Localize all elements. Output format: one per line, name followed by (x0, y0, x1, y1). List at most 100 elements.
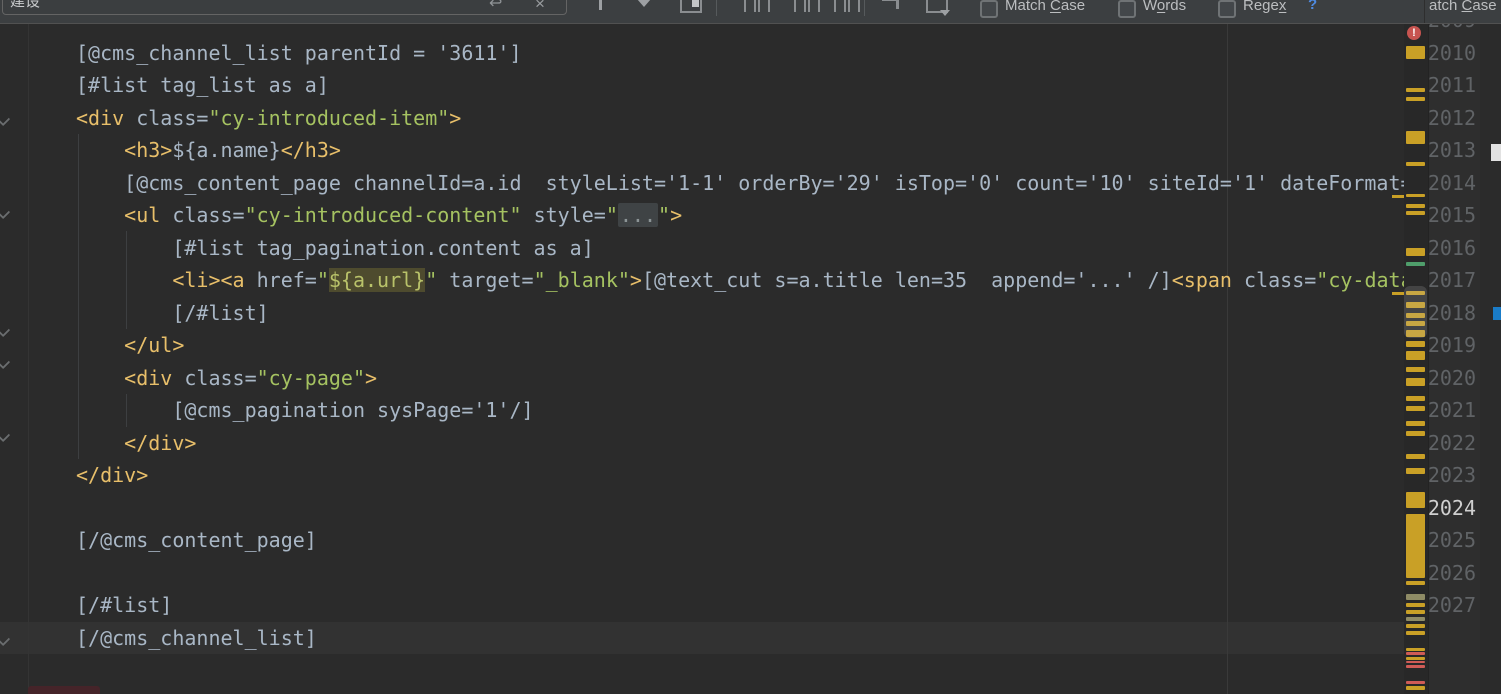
code-line[interactable]: [@cms_pagination sysPage='1'/] (76, 394, 533, 427)
code-line[interactable]: <ul class="cy-introduced-content" style=… (76, 199, 682, 232)
right-pane-gutter[interactable]: 2009201020112012201320142015201620172018… (1428, 0, 1481, 694)
fold-region-icon[interactable] (0, 350, 11, 370)
line-number[interactable]: 2027 (1428, 589, 1476, 622)
newline-arrow-icon[interactable]: ↩ (489, 0, 502, 12)
code-line[interactable]: [/#list] (76, 589, 172, 622)
occurrence-filter-icon-2[interactable] (794, 0, 820, 12)
checkbox-box[interactable] (1118, 0, 1136, 18)
code-line[interactable]: <div class="cy-introduced-item"> (76, 102, 461, 135)
line-number[interactable]: 2024 (1428, 492, 1476, 525)
stripe-mark[interactable] (1406, 194, 1425, 197)
line-number[interactable]: 2023 (1428, 459, 1476, 492)
match-case-checkbox[interactable]: Match Case (980, 0, 1085, 23)
stripe-mark[interactable] (1406, 665, 1425, 668)
code-line[interactable]: </ul> (76, 329, 184, 362)
line-number[interactable]: 2021 (1428, 394, 1476, 427)
fold-region-icon[interactable] (0, 423, 11, 443)
stripe-mark[interactable] (1406, 367, 1425, 372)
stripe-mark[interactable] (1406, 603, 1425, 607)
stripe-mark[interactable] (1406, 396, 1425, 401)
code-line[interactable]: [#list tag_list as a] (76, 69, 329, 102)
stripe-mark[interactable] (1406, 661, 1425, 663)
stripe-mark[interactable] (1406, 211, 1425, 215)
fold-region-icon[interactable] (0, 107, 11, 127)
stripe-mark[interactable] (1406, 46, 1425, 59)
occurrence-filter-icon-3[interactable] (834, 0, 860, 12)
checkbox-box[interactable] (980, 0, 998, 18)
words-checkbox[interactable]: Words (1118, 0, 1186, 23)
line-number[interactable]: 2022 (1428, 427, 1476, 460)
stripe-mark[interactable] (1406, 686, 1425, 690)
code-line[interactable]: [/@cms_channel_list] (76, 622, 317, 655)
stripe-mark[interactable] (1406, 454, 1425, 459)
stripe-mark[interactable] (1406, 631, 1425, 635)
line-number[interactable]: 2019 (1428, 329, 1476, 362)
line-number[interactable]: 2026 (1428, 557, 1476, 590)
stripe-mark[interactable] (1406, 657, 1425, 660)
code-line[interactable]: [/@cms_content_page] (76, 524, 317, 557)
editor-pane[interactable]: [@cms_channel_list parentId = '3611'] [#l… (0, 23, 1404, 694)
stripe-mark[interactable] (1406, 204, 1425, 208)
stripe-mark[interactable] (1406, 492, 1425, 508)
stripe-mark[interactable] (1406, 262, 1425, 266)
code-line[interactable]: </div> (76, 459, 148, 492)
stripe-mark[interactable] (1406, 681, 1425, 684)
stripe-mark[interactable] (1406, 594, 1425, 600)
stripe-mark[interactable] (1406, 131, 1425, 144)
stripe-mark[interactable] (1406, 581, 1425, 585)
stripe-mark[interactable] (1406, 378, 1425, 386)
code-line[interactable]: <h3>${a.name}</h3> (76, 134, 341, 167)
stripe-mark[interactable] (1406, 468, 1425, 474)
stripe-mark[interactable] (1406, 610, 1425, 614)
right-pane-code[interactable] (1480, 0, 1501, 694)
chevron-down-icon[interactable] (637, 0, 651, 7)
stripe-mark[interactable] (1406, 406, 1425, 411)
stripe-mark[interactable] (1406, 351, 1425, 360)
fold-region-icon[interactable] (0, 318, 11, 338)
stripe-mark[interactable] (1406, 88, 1425, 92)
stripe-mark[interactable] (1406, 421, 1425, 426)
line-number[interactable]: 2020 (1428, 362, 1476, 395)
fold-region-icon[interactable] (0, 200, 11, 220)
code-line[interactable]: </div> (76, 427, 196, 460)
scrollbar-thumb[interactable] (1404, 286, 1427, 338)
code-line[interactable]: [@cms_channel_list parentId = '3611'] (76, 37, 522, 70)
code-line[interactable]: [@cms_content_page channelId=a.id styleL… (76, 167, 1404, 200)
select-lines-icon[interactable] (882, 0, 902, 10)
regex-checkbox[interactable]: Regex (1218, 0, 1286, 23)
occurrence-filter-icon-1[interactable] (744, 0, 770, 12)
code-line[interactable]: [#list tag_pagination.content as a] (76, 232, 593, 265)
line-number[interactable]: 2017 (1428, 264, 1476, 297)
checkbox-box[interactable] (1218, 0, 1236, 18)
error-stripe-error-icon[interactable]: ! (1407, 26, 1421, 40)
more-options-icon[interactable] (926, 0, 950, 16)
stripe-mark[interactable] (1406, 652, 1425, 655)
search-input[interactable]: 建设 (2, 0, 567, 15)
code-line[interactable]: [/#list] (76, 297, 268, 330)
stripe-mark[interactable] (1406, 341, 1425, 347)
line-number[interactable]: 2025 (1428, 524, 1476, 557)
stripe-mark[interactable] (1406, 514, 1425, 578)
prev-occurrence-icon[interactable] (599, 0, 602, 10)
code-line[interactable]: <div class="cy-page"> (76, 362, 377, 395)
line-number[interactable]: 2015 (1428, 199, 1476, 232)
stripe-mark[interactable] (1406, 624, 1425, 628)
line-number[interactable]: 2010 (1428, 37, 1476, 70)
stripe-mark[interactable] (1406, 248, 1425, 256)
error-stripe[interactable]: ! (1404, 23, 1428, 694)
line-number[interactable]: 2012 (1428, 102, 1476, 135)
line-number[interactable]: 2013 (1428, 134, 1476, 167)
line-number[interactable]: 2011 (1428, 69, 1476, 102)
line-number[interactable]: 2016 (1428, 232, 1476, 265)
code-line[interactable]: <li><a href="${a.url}" target="_blank">[… (76, 264, 1404, 297)
stripe-mark[interactable] (1406, 431, 1425, 436)
line-number[interactable]: 2014 (1428, 167, 1476, 200)
stripe-mark[interactable] (1406, 648, 1425, 651)
stripe-mark[interactable] (1406, 162, 1425, 166)
stripe-mark[interactable] (1406, 617, 1425, 621)
line-number[interactable]: 2018 (1428, 297, 1476, 330)
stripe-mark[interactable] (1406, 97, 1425, 101)
close-icon[interactable]: × (535, 0, 545, 12)
regex-help-icon[interactable]: ? (1308, 0, 1317, 13)
preview-icon[interactable] (680, 0, 702, 13)
